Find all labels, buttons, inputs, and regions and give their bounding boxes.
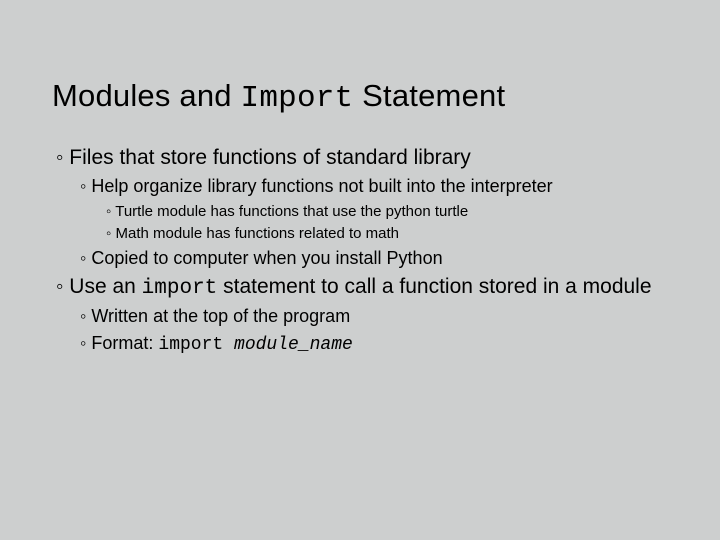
bullet-l1-files: ◦ Files that store functions of standard… — [56, 146, 668, 170]
format-code-2: module_name — [234, 335, 353, 355]
bullet-l2-top: ◦ Written at the top of the program — [80, 306, 668, 327]
bullet-l3-turtle: ◦ Turtle module has functions that use t… — [106, 203, 668, 220]
bullet-l3-math: ◦ Math module has functions related to m… — [106, 225, 668, 242]
format-text: ◦ Format: — [80, 333, 158, 353]
slide-title: Modules and Import Statement — [52, 78, 668, 116]
title-text-1: Modules and — [52, 78, 241, 113]
slide: Modules and Import Statement ◦ Files tha… — [0, 0, 720, 540]
bullet-l2-format: ◦ Format: import module_name — [80, 333, 668, 355]
bullet-l2-organize: ◦ Help organize library functions not bu… — [80, 176, 668, 197]
title-text-2: Statement — [353, 78, 505, 113]
import-text-1: ◦ Use an — [56, 275, 142, 298]
format-code-1: import — [158, 335, 234, 355]
bullet-l2-copied: ◦ Copied to computer when you install Py… — [80, 248, 668, 269]
import-code: import — [142, 277, 218, 300]
title-code: Import — [241, 81, 354, 116]
import-text-2: statement to call a function stored in a… — [217, 275, 651, 298]
bullet-l1-import: ◦ Use an import statement to call a func… — [56, 275, 668, 300]
